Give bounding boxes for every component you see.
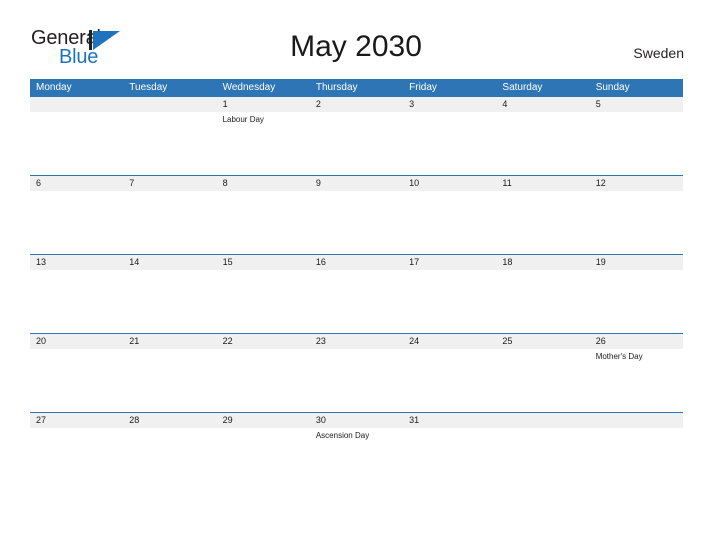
day-number[interactable]: 26 bbox=[590, 334, 683, 349]
day-event bbox=[217, 270, 310, 333]
day-number[interactable]: 31 bbox=[403, 413, 496, 428]
calendar-week-row: 27 28 29 30 31 Ascension Day bbox=[30, 412, 683, 491]
day-number[interactable]: 9 bbox=[310, 176, 403, 191]
day-event: Mother's Day bbox=[595, 352, 643, 361]
weekday-header-saturday: Saturday bbox=[502, 82, 543, 93]
day-number[interactable] bbox=[496, 413, 589, 428]
week-event-body: Labour Day bbox=[30, 112, 683, 175]
day-event bbox=[403, 428, 496, 491]
weekday-header-wednesday: Wednesday bbox=[222, 82, 276, 93]
week-date-strip: 13 14 15 16 17 18 19 bbox=[30, 255, 683, 270]
day-number[interactable]: 2 bbox=[310, 97, 403, 112]
day-event bbox=[30, 349, 123, 412]
day-number[interactable]: 13 bbox=[30, 255, 123, 270]
day-number[interactable]: 1 bbox=[217, 97, 310, 112]
day-event bbox=[310, 112, 403, 175]
day-event bbox=[590, 112, 683, 175]
weekday-header-thursday: Thursday bbox=[315, 82, 358, 93]
day-event: Ascension Day bbox=[315, 431, 370, 440]
weekday-header-row: Monday Tuesday Wednesday Thursday Friday… bbox=[30, 79, 683, 96]
page-title: May 2030 bbox=[290, 30, 422, 63]
day-number[interactable]: 4 bbox=[496, 97, 589, 112]
day-number[interactable]: 7 bbox=[123, 176, 216, 191]
week-event-body bbox=[30, 270, 683, 333]
day-event bbox=[217, 191, 310, 254]
week-event-body: Ascension Day bbox=[30, 428, 683, 491]
week-date-strip: 27 28 29 30 31 bbox=[30, 413, 683, 428]
day-event bbox=[496, 349, 589, 412]
week-event-body bbox=[30, 191, 683, 254]
week-date-strip: 20 21 22 23 24 25 26 bbox=[30, 334, 683, 349]
day-number[interactable] bbox=[590, 413, 683, 428]
day-event bbox=[30, 270, 123, 333]
weekday-header-tuesday: Tuesday bbox=[129, 82, 168, 93]
day-number[interactable]: 20 bbox=[30, 334, 123, 349]
day-number[interactable]: 5 bbox=[590, 97, 683, 112]
day-event bbox=[496, 428, 589, 491]
day-number[interactable]: 28 bbox=[123, 413, 216, 428]
day-event bbox=[496, 191, 589, 254]
day-event bbox=[123, 270, 216, 333]
day-number[interactable]: 11 bbox=[496, 176, 589, 191]
calendar-week-row: 1 2 3 4 5 Labour Day bbox=[30, 96, 683, 175]
week-date-strip: 1 2 3 4 5 bbox=[30, 97, 683, 112]
weekday-header-sunday: Sunday bbox=[595, 82, 630, 93]
page-header: General Blue May 2030 Sweden bbox=[0, 0, 712, 78]
day-number[interactable]: 19 bbox=[590, 255, 683, 270]
day-number[interactable]: 14 bbox=[123, 255, 216, 270]
day-event bbox=[403, 349, 496, 412]
calendar-week-row: 13 14 15 16 17 18 19 bbox=[30, 254, 683, 333]
calendar-week-row: 6 7 8 9 10 11 12 bbox=[30, 175, 683, 254]
calendar-grid: Monday Tuesday Wednesday Thursday Friday… bbox=[30, 79, 683, 491]
day-event bbox=[590, 191, 683, 254]
day-event bbox=[30, 428, 123, 491]
day-number[interactable]: 29 bbox=[217, 413, 310, 428]
day-event bbox=[590, 270, 683, 333]
day-event bbox=[496, 112, 589, 175]
day-event bbox=[403, 191, 496, 254]
day-event bbox=[310, 349, 403, 412]
day-number[interactable]: 22 bbox=[217, 334, 310, 349]
day-number[interactable]: 8 bbox=[217, 176, 310, 191]
weekday-header-friday: Friday bbox=[409, 82, 437, 93]
day-number[interactable]: 12 bbox=[590, 176, 683, 191]
day-number[interactable]: 10 bbox=[403, 176, 496, 191]
day-number[interactable]: 21 bbox=[123, 334, 216, 349]
day-event bbox=[310, 191, 403, 254]
day-number[interactable]: 15 bbox=[217, 255, 310, 270]
day-event bbox=[123, 191, 216, 254]
day-event bbox=[496, 270, 589, 333]
day-event bbox=[403, 112, 496, 175]
day-number[interactable]: 25 bbox=[496, 334, 589, 349]
day-event bbox=[310, 270, 403, 333]
day-number[interactable]: 6 bbox=[30, 176, 123, 191]
weekday-header-monday: Monday bbox=[36, 82, 72, 93]
week-date-strip: 6 7 8 9 10 11 12 bbox=[30, 176, 683, 191]
day-number[interactable]: 30 bbox=[310, 413, 403, 428]
day-number[interactable] bbox=[123, 97, 216, 112]
day-number[interactable]: 17 bbox=[403, 255, 496, 270]
week-event-body: Mother's Day bbox=[30, 349, 683, 412]
day-event bbox=[123, 428, 216, 491]
day-event bbox=[217, 428, 310, 491]
day-event bbox=[123, 112, 216, 175]
day-number[interactable]: 27 bbox=[30, 413, 123, 428]
day-event bbox=[123, 349, 216, 412]
day-number[interactable] bbox=[30, 97, 123, 112]
day-number[interactable]: 24 bbox=[403, 334, 496, 349]
day-number[interactable]: 3 bbox=[403, 97, 496, 112]
day-event bbox=[217, 349, 310, 412]
day-event bbox=[30, 112, 123, 175]
calendar-week-row: 20 21 22 23 24 25 26 Mother's Day bbox=[30, 333, 683, 412]
day-number[interactable]: 16 bbox=[310, 255, 403, 270]
country-label: Sweden bbox=[633, 45, 684, 61]
day-event bbox=[590, 428, 683, 491]
day-event bbox=[403, 270, 496, 333]
day-number[interactable]: 18 bbox=[496, 255, 589, 270]
day-number[interactable]: 23 bbox=[310, 334, 403, 349]
day-event bbox=[30, 191, 123, 254]
day-event: Labour Day bbox=[222, 115, 264, 124]
